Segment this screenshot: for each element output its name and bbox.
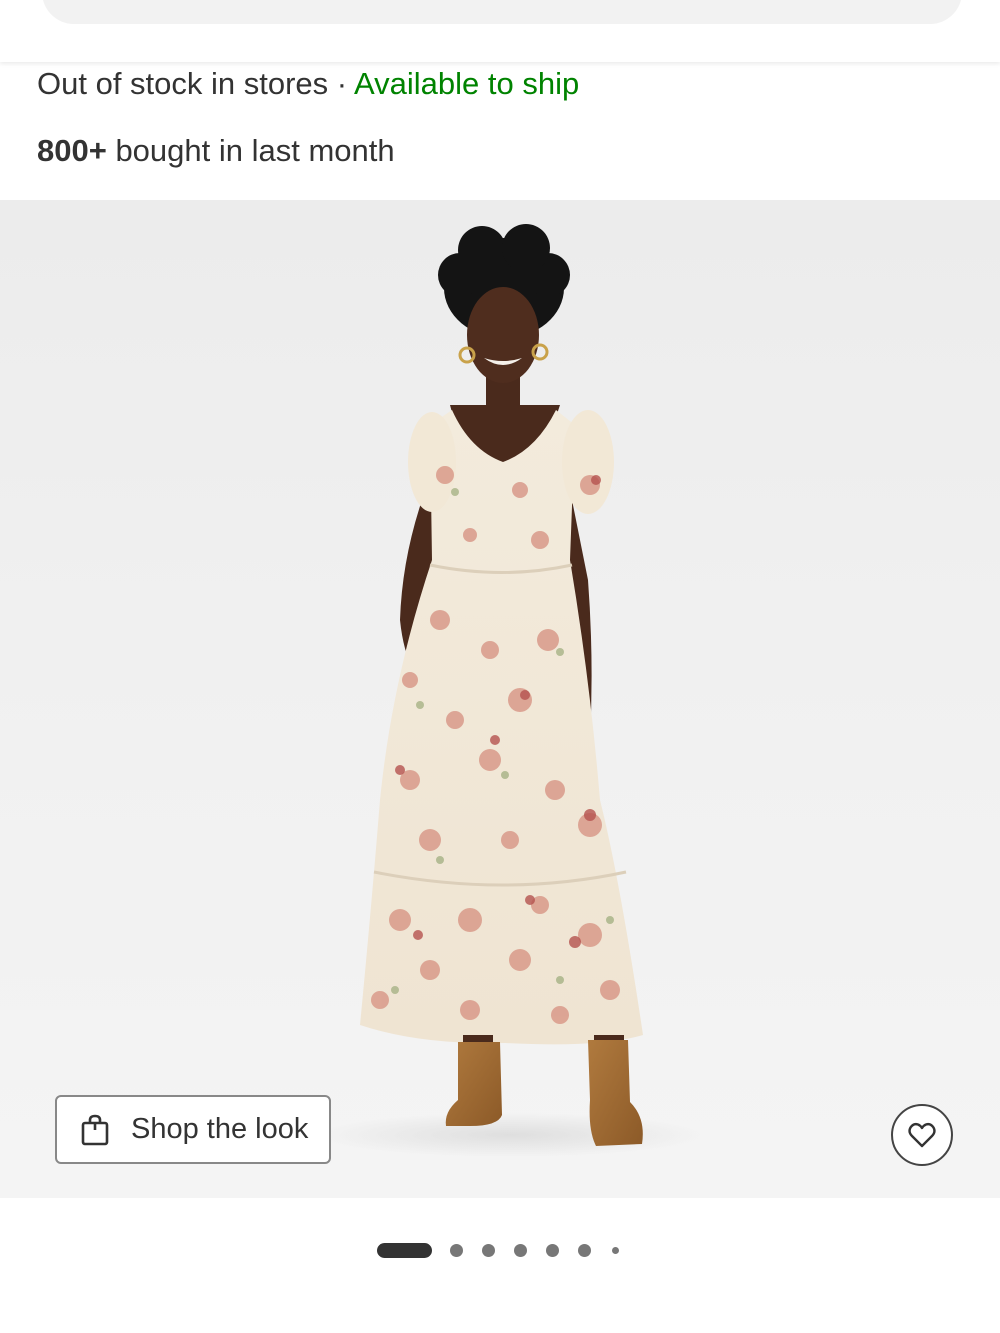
carousel-dot[interactable]	[578, 1244, 591, 1257]
product-photo[interactable]	[0, 200, 1000, 1198]
shopping-bag-icon	[81, 1114, 109, 1145]
carousel-dot[interactable]	[450, 1244, 463, 1257]
ship-status: Available to ship	[354, 66, 580, 101]
purchase-count-line: 800+ bought in last month	[37, 129, 395, 173]
store-stock-status: Out of stock in stores	[37, 66, 329, 101]
purchase-count: 800+	[37, 133, 107, 168]
availability-line: Out of stock in stores · Available to sh…	[37, 62, 579, 106]
heart-icon	[908, 1122, 936, 1148]
carousel-dot-active[interactable]	[377, 1243, 432, 1258]
header-bar	[0, 0, 1000, 62]
carousel-dot[interactable]	[546, 1244, 559, 1257]
search-bar[interactable]	[42, 0, 962, 24]
shop-the-look-button[interactable]: Shop the look	[55, 1095, 331, 1164]
carousel-dot[interactable]	[514, 1244, 527, 1257]
favorite-button[interactable]	[891, 1104, 953, 1166]
purchase-count-text: bought in last month	[106, 133, 395, 168]
carousel-dot[interactable]	[482, 1244, 495, 1257]
carousel-dot[interactable]	[612, 1247, 619, 1254]
availability-separator: ·	[328, 66, 355, 101]
carousel-indicator	[0, 1243, 1000, 1259]
product-image-gallery[interactable]: Shop the look	[0, 200, 1000, 1198]
shop-the-look-label: Shop the look	[131, 1113, 309, 1145]
